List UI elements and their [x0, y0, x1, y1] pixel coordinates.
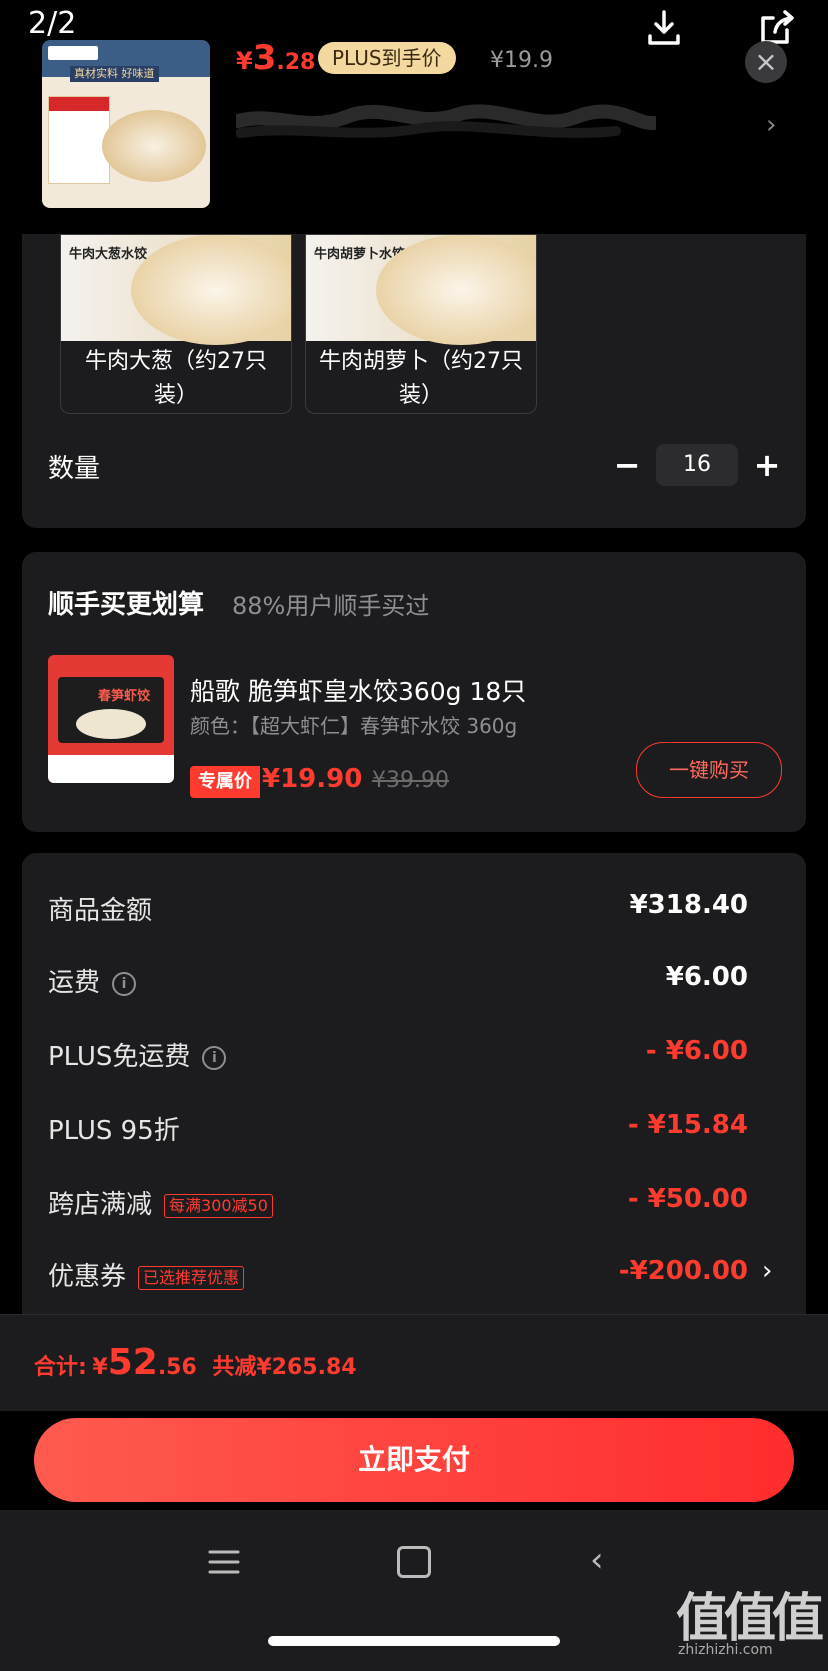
home-indicator[interactable]	[268, 1636, 560, 1646]
summary-value-shipping: ¥6.00	[665, 962, 748, 992]
summary-value-plus-discount: - ¥15.84	[627, 1110, 748, 1140]
variant-image: 牛肉胡萝卜水饺	[306, 235, 536, 345]
recommend-product-name[interactable]: 船歌 脆笋虾皇水饺360g 18只	[190, 672, 526, 708]
chevron-right-icon[interactable]: ›	[762, 1256, 772, 1286]
variant-image: 牛肉大葱水饺	[61, 235, 291, 345]
summary-value-cross-store: - ¥50.00	[627, 1184, 748, 1214]
redacted-scribble	[236, 104, 656, 138]
one-click-buy-button[interactable]: 一键购买	[636, 742, 782, 798]
back-icon[interactable]: ‹	[590, 1540, 604, 1580]
promo-tag: 每满300减50	[164, 1193, 273, 1218]
brand-logo	[48, 46, 98, 60]
summary-label-subtotal: 商品金额	[48, 896, 153, 926]
total-amount: 合计: ¥52.56 共减¥265.84	[34, 1342, 357, 1383]
variant-option[interactable]: 牛肉大葱水饺 牛肉大葱（约27只装）	[60, 234, 292, 414]
summary-value-plus-free-shipping: - ¥6.00	[645, 1036, 748, 1066]
exclusive-price-tag: 专属价	[190, 766, 260, 798]
summary-label-plus-free-shipping: PLUS免运费 i	[48, 1036, 227, 1073]
variant-option[interactable]: 牛肉胡萝卜水饺 牛肉胡萝卜（约27只装）	[305, 234, 537, 414]
quantity-label: 数量	[48, 454, 101, 484]
close-icon[interactable]: ×	[745, 41, 787, 83]
menu-icon[interactable]	[208, 1548, 240, 1576]
thumb-banner: 真材实料 好味道	[70, 66, 159, 82]
total-saved: 共减¥265.84	[212, 1355, 357, 1380]
quantity-input[interactable]: 16	[656, 444, 738, 486]
quantity-plus-button[interactable]: +	[750, 446, 784, 484]
product-header: 2/2 × 真材实料 好味道 ¥3.28 PLUS到手价 ¥19.9 ›	[0, 0, 828, 234]
summary-label-plus-discount: PLUS 95折	[48, 1116, 180, 1146]
watermark: 值值值 zhizhizhi.com	[676, 1589, 824, 1658]
product-thumbnail: 真材实料 好味道	[42, 40, 210, 208]
recommend-price: ¥19.90	[262, 764, 363, 794]
coupon-tag: 已选推荐优惠	[138, 1265, 245, 1290]
package-box	[48, 96, 110, 184]
summary-label-shipping: 运费 i	[48, 962, 137, 999]
variant-label: 牛肉胡萝卜（约27只装）	[319, 349, 523, 408]
dumpling-plate	[102, 110, 206, 182]
plus-price: ¥3.28	[236, 38, 316, 78]
info-icon[interactable]: i	[112, 971, 137, 996]
quantity-minus-button[interactable]: −	[610, 446, 644, 484]
original-price: ¥19.9	[490, 48, 553, 73]
plus-price-badge: PLUS到手价	[318, 42, 456, 74]
recommend-title: 顺手买更划算	[48, 590, 205, 620]
summary-label-coupon[interactable]: 优惠券 已选推荐优惠	[48, 1256, 245, 1293]
summary-value-subtotal: ¥318.40	[629, 890, 748, 920]
pay-now-button[interactable]: 立即支付	[34, 1418, 794, 1502]
summary-value-coupon[interactable]: -¥200.00	[619, 1256, 748, 1286]
chevron-right-icon[interactable]: ›	[766, 110, 776, 140]
page-indicator: 2/2	[28, 6, 77, 41]
recommend-original-price: ¥39.90	[372, 768, 449, 793]
recommend-product-image[interactable]: 春笋虾饺	[48, 655, 174, 783]
recommend-subtitle: 88%用户顺手买过	[232, 592, 430, 620]
variant-label: 牛肉大葱（约27只装）	[85, 349, 267, 408]
download-icon[interactable]	[644, 8, 684, 48]
info-icon[interactable]: i	[202, 1045, 227, 1070]
home-icon[interactable]	[397, 1546, 431, 1578]
summary-label-cross-store: 跨店满减 每满300减50	[48, 1184, 273, 1221]
recommend-product-spec: 颜色：【超大虾仁】春笋虾水饺 360g	[190, 714, 518, 738]
